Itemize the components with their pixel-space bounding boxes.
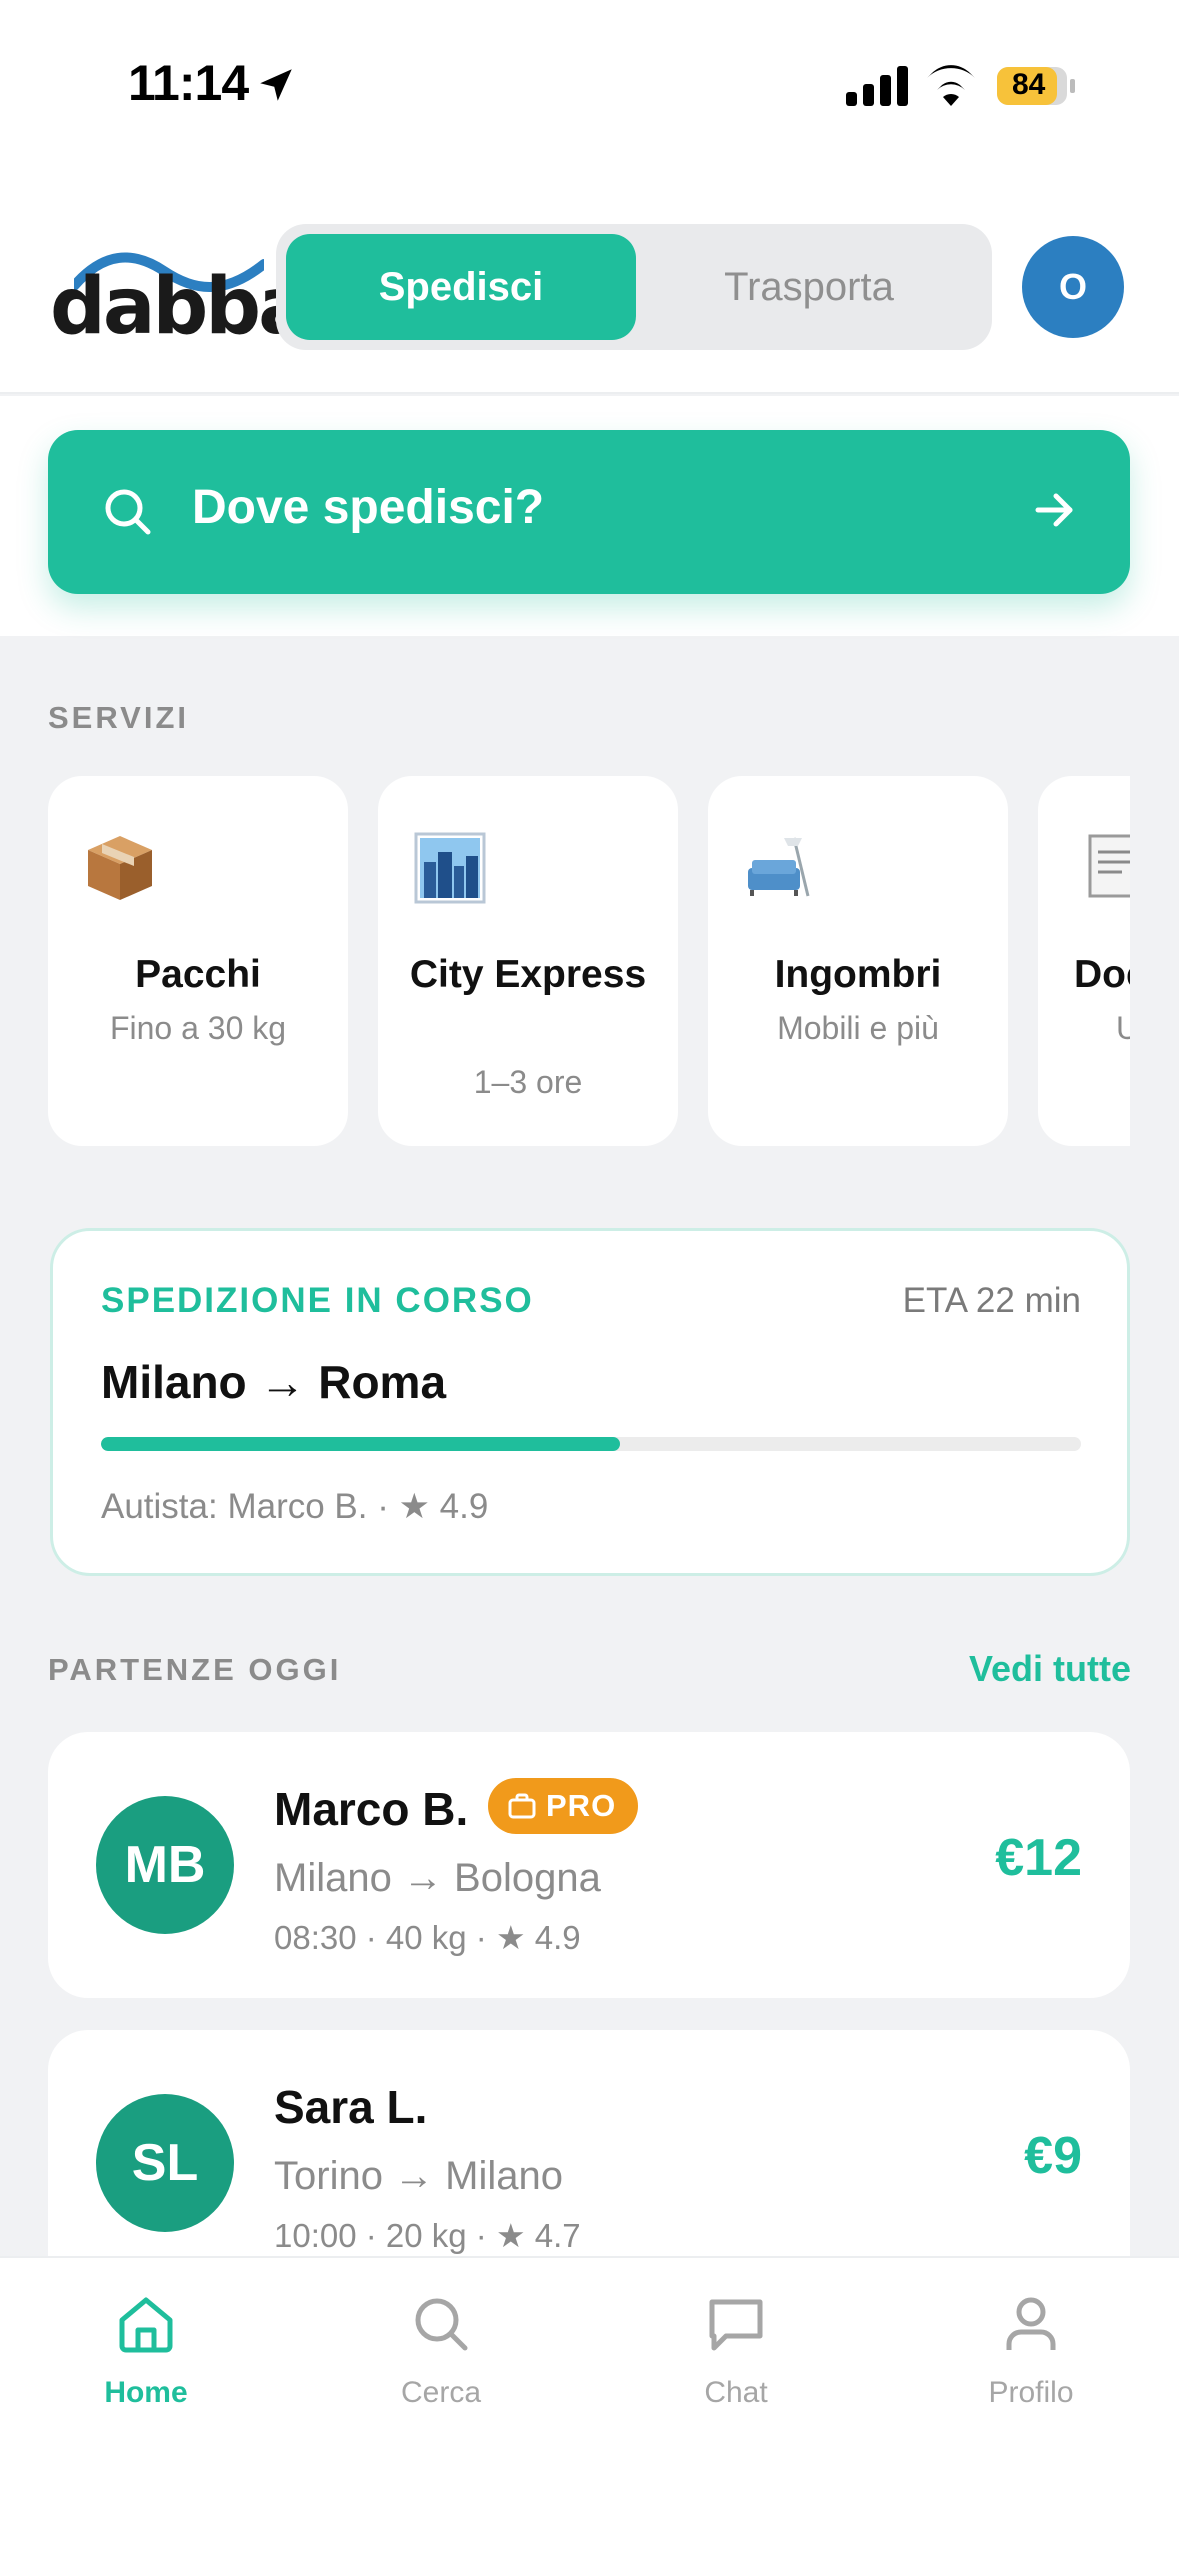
departures-section-label: PARTENZE OGGI — [48, 1652, 342, 1687]
service-card-ingombri[interactable]: Ingombri Mobili e più — [708, 776, 1008, 1146]
search-label: Dove spedisci? — [192, 481, 545, 534]
destination-search-button[interactable]: Dove spedisci? — [48, 430, 1130, 594]
mode-toggle: Spedisci Trasporta — [276, 224, 992, 350]
briefcase-icon — [508, 1793, 536, 1819]
shipment-progress-fill — [101, 1437, 621, 1451]
status-time: 11:14 — [128, 55, 249, 111]
shipment-route: Milano → Roma — [101, 1356, 447, 1408]
departure-price: €12 — [995, 1829, 1082, 1887]
search-icon — [415, 2298, 468, 2351]
wifi-icon — [927, 65, 975, 106]
avatar: MB — [96, 1796, 234, 1934]
tab-label: Chat — [704, 2376, 768, 2409]
document-icon — [1088, 834, 1130, 898]
departure-meta: 08:30 · 40 kg · ★ 4.9 — [274, 1919, 581, 1956]
departure-route: Torino → Milano — [274, 2154, 564, 2198]
service-subtitle: Mobili e più — [777, 1010, 939, 1046]
profile-avatar[interactable]: O — [1022, 236, 1124, 338]
pro-badge: PRO — [488, 1778, 639, 1834]
service-card-pacchi[interactable]: Pacchi Fino a 30 kg — [48, 776, 348, 1146]
see-all-link[interactable]: Vedi tutte — [969, 1648, 1131, 1690]
tab-spedisci[interactable]: Spedisci — [286, 234, 636, 340]
tab-label: Cerca — [400, 2376, 482, 2409]
tab-home[interactable]: Home — [46, 2292, 246, 2410]
tab-chat[interactable]: Chat — [636, 2292, 836, 2410]
avatar: SL — [96, 2094, 234, 2232]
service-subtitle: 1–3 ore — [473, 1064, 583, 1100]
service-title: Doc — [1074, 953, 1130, 996]
tab-profile[interactable]: Profilo — [931, 2292, 1131, 2410]
app-header: dabba Spedisci Trasporta O — [0, 160, 1179, 394]
cityscape-icon — [414, 832, 486, 904]
location-arrow-icon — [260, 69, 292, 101]
departure-card[interactable]: MB Marco B. PRO Milano → Bologna 08:30 ·… — [48, 1732, 1130, 1998]
current-shipment-card[interactable]: SPEDIZIONE IN CORSO ETA 22 min Milano → … — [50, 1228, 1130, 1576]
service-card-city-express[interactable]: City Express 1–3 ore — [378, 776, 678, 1146]
battery-level: 84 — [1012, 68, 1046, 101]
app-logo: dabba — [50, 262, 311, 352]
battery-icon: 84 — [996, 66, 1076, 106]
shipment-progress-bar — [101, 1437, 1081, 1451]
chat-icon — [709, 2299, 763, 2351]
tab-search[interactable]: Cerca — [341, 2292, 541, 2410]
tab-bar: Home Cerca Chat Profilo — [0, 2256, 1179, 2556]
driver-name: Marco B. — [274, 1783, 469, 1835]
shipment-status-label: SPEDIZIONE IN CORSO — [101, 1281, 534, 1320]
tab-label: Home — [104, 2376, 188, 2409]
search-icon — [105, 489, 151, 535]
search-section: Dove spedisci? — [0, 396, 1179, 636]
status-bar: 11:14 84 — [0, 0, 1179, 160]
service-title: Pacchi — [135, 953, 261, 996]
services-carousel[interactable]: Pacchi Fino a 30 kg City Express 1–3 ore… — [48, 774, 1130, 1154]
home-icon — [119, 2297, 173, 2353]
service-subtitle: U — [1116, 1010, 1130, 1046]
service-card-documenti[interactable]: Doc U — [1038, 776, 1130, 1146]
shipment-driver: Autista: Marco B. · ★ 4.9 — [101, 1487, 489, 1526]
tab-label: Profilo — [988, 2376, 1074, 2409]
services-section-label: SERVIZI — [48, 700, 190, 735]
package-icon — [88, 836, 152, 900]
service-title: Ingombri — [774, 953, 942, 996]
departure-price: €9 — [1024, 2127, 1082, 2185]
profile-icon — [1006, 2297, 1056, 2350]
couch-lamp-icon — [748, 837, 810, 897]
service-subtitle: Fino a 30 kg — [109, 1010, 287, 1046]
pro-badge-label: PRO — [546, 1788, 617, 1823]
departure-route: Milano → Bologna — [274, 1856, 601, 1900]
shipment-eta: ETA 22 min — [902, 1281, 1081, 1320]
arrow-right-icon — [1035, 493, 1073, 527]
tab-trasporta[interactable]: Trasporta — [636, 234, 982, 340]
service-title: City Express — [409, 953, 647, 996]
driver-name: Sara L. — [274, 2081, 428, 2133]
departure-meta: 10:00 · 20 kg · ★ 4.7 — [274, 2217, 581, 2254]
cellular-signal-icon — [846, 66, 908, 106]
